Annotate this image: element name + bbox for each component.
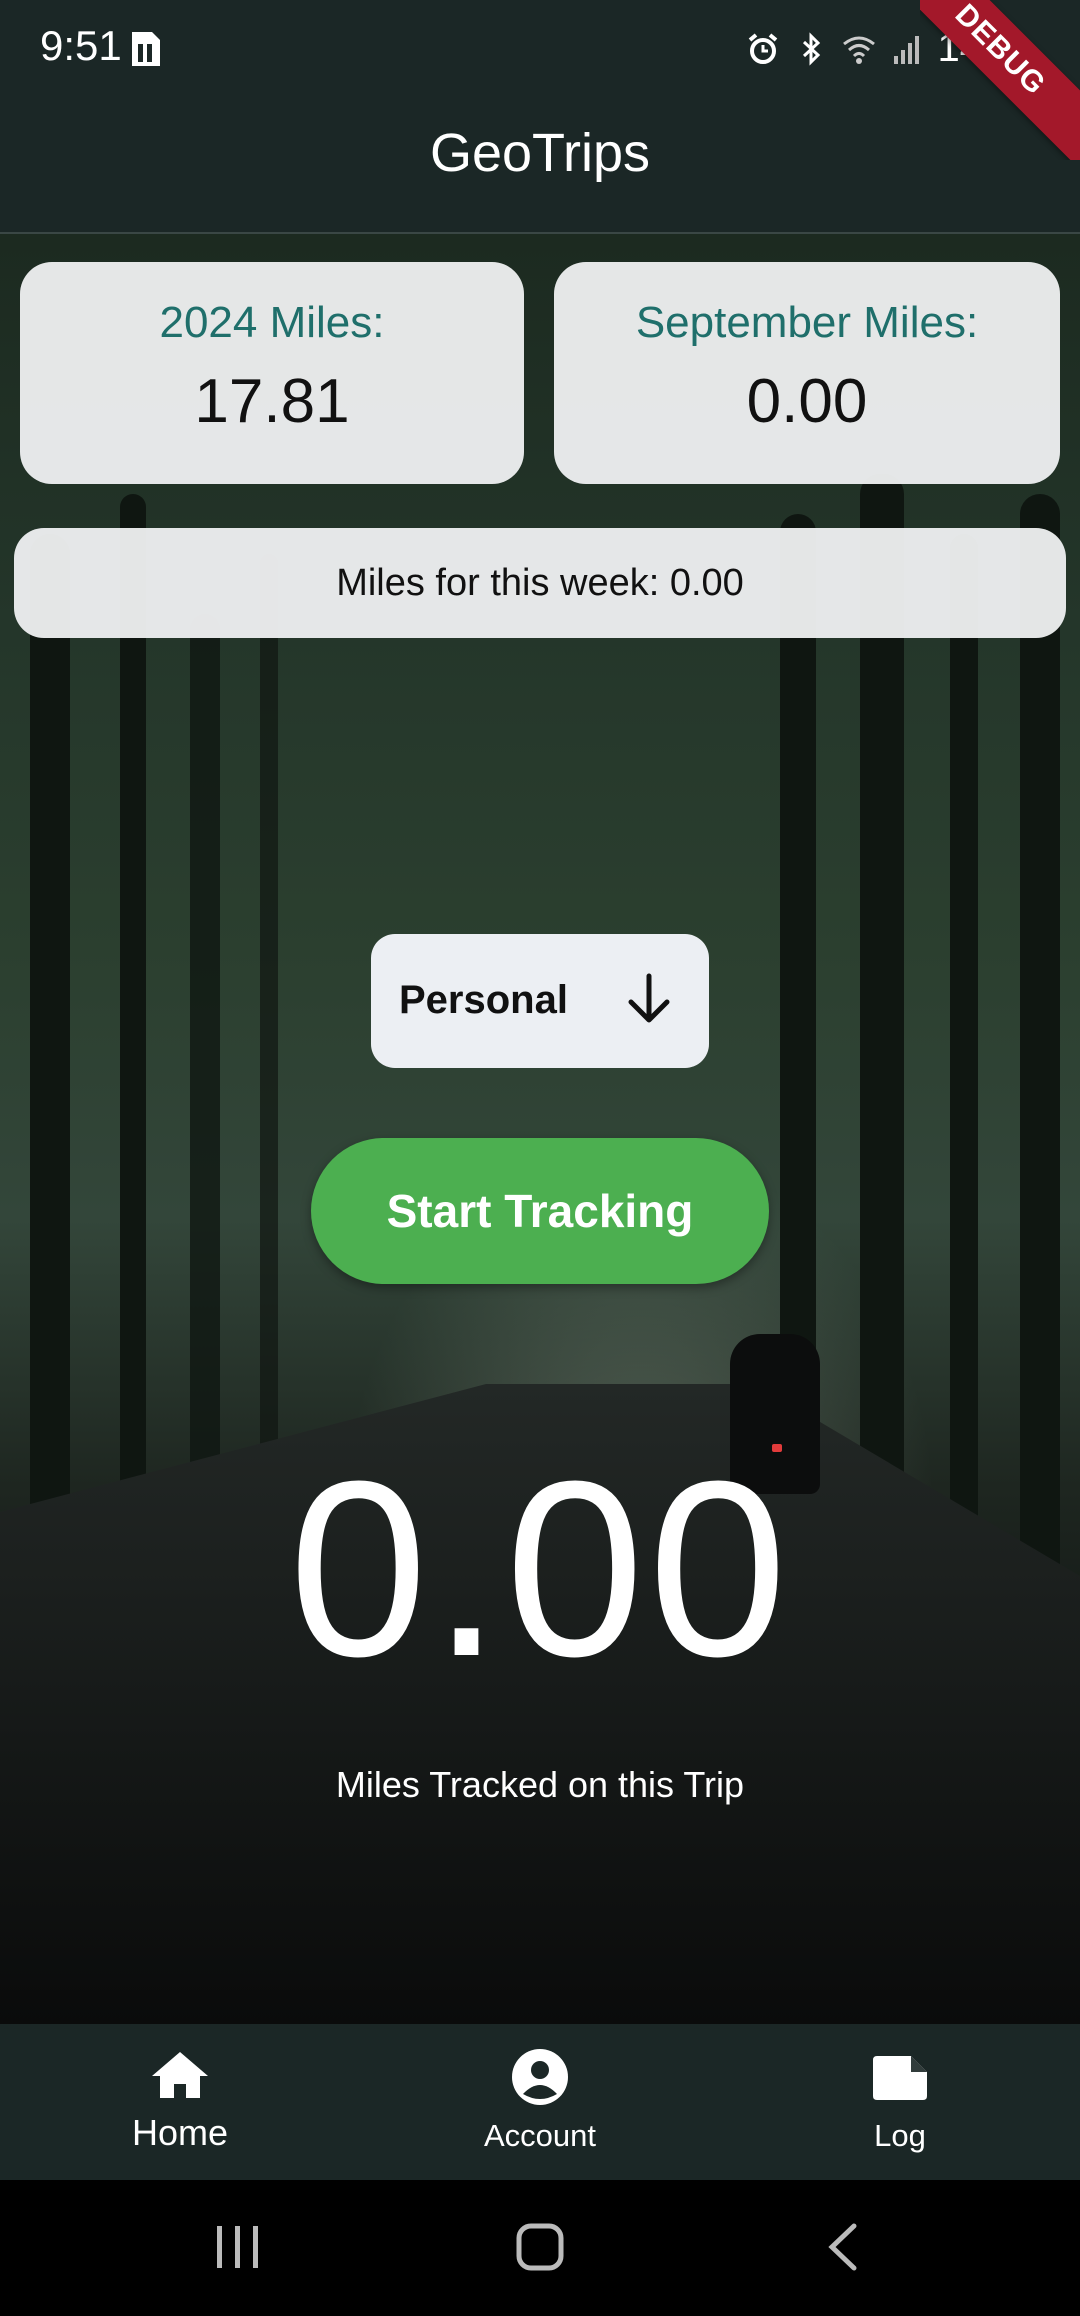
year-miles-label: 2024 Miles: [159,298,385,347]
log-icon [873,2056,927,2100]
year-miles-card: 2024 Miles: 17.81 [20,262,524,484]
arrow-down-icon [628,973,670,1023]
nav-home-label: Home [131,2112,229,2153]
system-navigation-bar [0,2180,1080,2316]
home-icon [152,2052,208,2098]
back-icon[interactable] [818,2222,868,2272]
debug-banner: DEBUG [920,0,1080,160]
recent-apps-icon[interactable] [213,2222,263,2272]
sim-card-icon [132,32,160,66]
month-miles-value: 0.00 [746,367,868,436]
home-button-icon[interactable] [515,2222,565,2272]
month-miles-card: September Miles: 0.00 [554,262,1060,484]
trip-miles-value: 0.00 [288,1429,792,1708]
nav-account[interactable]: Account [360,2024,720,2180]
year-miles-value: 17.81 [194,367,350,436]
trip-miles-label: Miles Tracked on this Trip [335,1764,745,1805]
app-title: GeoTrips [429,123,651,183]
home-content: 2024 Miles: 17.81 September Miles: 0.00 … [0,234,1080,2024]
nav-log-label: Log [874,2118,926,2153]
bluetooth-icon [802,31,820,66]
month-miles-label: September Miles: [635,298,979,347]
status-bar: 9:51 14 [0,0,1080,100]
bottom-navigation: Home Account Log [0,2024,1080,2180]
week-miles-bar: Miles for this week: 0.00 [14,528,1066,638]
signal-icon [893,35,919,64]
status-time: 9:51 [40,22,122,69]
nav-log[interactable]: Log [720,2024,1080,2180]
alarm-icon [748,32,777,64]
nav-account-label: Account [483,2118,596,2153]
trip-type-selected: Personal [399,978,568,1022]
wifi-icon [842,36,875,64]
app-bar: GeoTrips [0,100,1080,234]
nav-home[interactable]: Home [0,2024,360,2180]
debug-banner-clip: DEBUG [920,0,1080,160]
start-tracking-button[interactable]: Start Tracking [311,1138,769,1284]
trip-type-dropdown[interactable]: Personal [371,934,709,1068]
account-icon [512,2049,568,2105]
